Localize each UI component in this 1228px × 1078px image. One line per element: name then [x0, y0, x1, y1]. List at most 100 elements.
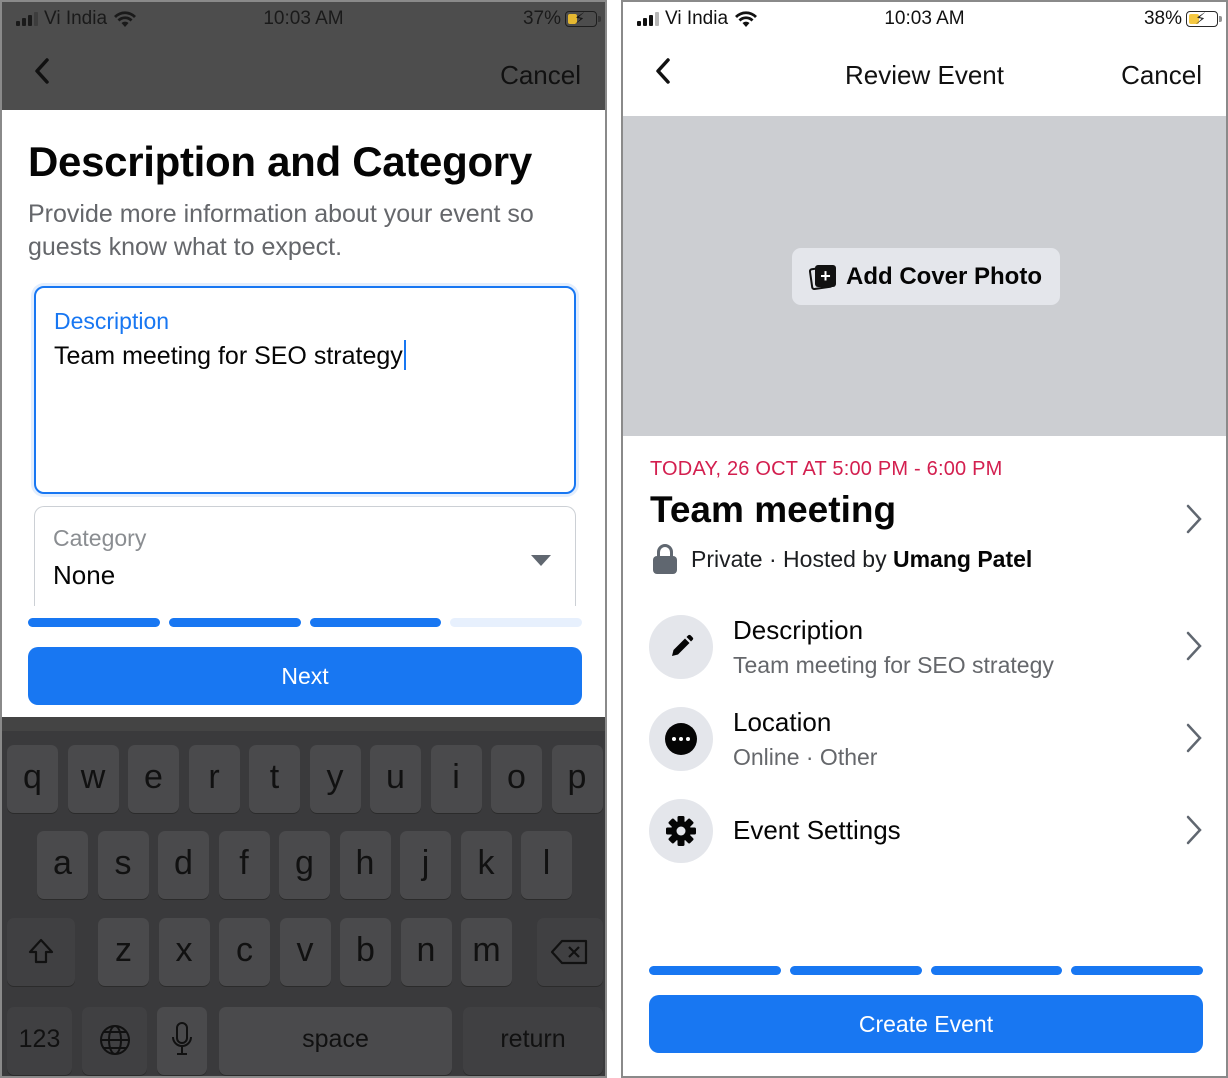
add-photo-icon: +: [808, 264, 836, 290]
key-e[interactable]: e: [128, 745, 179, 813]
description-row[interactable]: Description Team meeting for SEO strateg…: [623, 615, 1226, 695]
key-d[interactable]: d: [158, 831, 209, 899]
text-cursor: [403, 340, 406, 370]
page-title: Description and Category: [28, 138, 532, 185]
microphone-key[interactable]: [157, 1007, 207, 1075]
key-h[interactable]: h: [339, 831, 391, 899]
event-title: Team meeting: [650, 489, 897, 530]
backspace-icon: [550, 939, 588, 965]
key-f[interactable]: f: [218, 831, 270, 899]
globe-key[interactable]: [82, 1007, 147, 1075]
description-input[interactable]: Team meeting for SEO strategy: [54, 340, 406, 371]
battery-icon: ⚡: [1186, 11, 1222, 28]
status-bar: Vi India 10:03 AM 37% ⚡: [2, 2, 605, 38]
dropdown-arrow-icon: [531, 555, 551, 566]
key-c[interactable]: c: [219, 918, 270, 986]
event-privacy-host: Private · Hosted by Umang Patel: [653, 544, 1032, 574]
host-name: Umang Patel: [893, 545, 1033, 572]
description-row-subtitle: Team meeting for SEO strategy: [733, 652, 1054, 678]
delete-key[interactable]: [537, 918, 603, 986]
separator-dot: ·: [768, 545, 784, 572]
key-v[interactable]: v: [279, 918, 331, 986]
key-i[interactable]: i: [430, 745, 482, 813]
description-value: Team meeting for SEO strategy: [54, 342, 403, 370]
category-select[interactable]: Category None: [34, 506, 576, 606]
event-settings-chevron: [1186, 815, 1202, 845]
status-bar: Vi India 10:03 AM 38% ⚡: [623, 2, 1226, 38]
description-field[interactable]: Description Team meeting for SEO strateg…: [34, 286, 576, 494]
next-button[interactable]: Next: [28, 647, 582, 705]
key-z[interactable]: z: [98, 918, 149, 986]
key-l[interactable]: l: [521, 831, 572, 899]
location-row[interactable]: Location Online · Other: [623, 707, 1226, 787]
chevron-right-icon: [1186, 723, 1202, 753]
shift-icon: [28, 938, 54, 964]
progress-step-complete: [309, 618, 442, 627]
location-icon-circle: [649, 707, 713, 771]
key-s[interactable]: s: [97, 831, 149, 899]
shift-key[interactable]: [7, 918, 75, 986]
pencil-icon: [672, 634, 694, 656]
description-label: Description: [54, 308, 170, 334]
cancel-button[interactable]: Cancel: [1121, 60, 1202, 91]
event-date-time: TODAY, 26 OCT AT 5:00 PM - 6:00 PM: [650, 458, 1003, 480]
form-sheet: Description and Category Provide more in…: [2, 110, 605, 717]
description-row-title: Description: [733, 615, 864, 645]
progress-step-complete: [930, 966, 1063, 975]
key-p[interactable]: p: [551, 745, 603, 813]
create-event-button[interactable]: Create Event: [649, 995, 1203, 1053]
key-r[interactable]: r: [188, 745, 240, 813]
key-o[interactable]: o: [491, 745, 542, 813]
microphone-icon: [172, 1022, 192, 1055]
chevron-right-icon: [1186, 504, 1202, 534]
edit-event-chevron[interactable]: [1186, 504, 1202, 534]
step-progress: [28, 618, 582, 627]
add-cover-photo-label: Add Cover Photo: [846, 262, 1042, 290]
step-progress: [649, 966, 1203, 975]
gear-icon: [666, 816, 696, 846]
key-n[interactable]: n: [400, 918, 452, 986]
location-row-title: Location: [733, 707, 832, 737]
cancel-button[interactable]: Cancel: [500, 60, 581, 91]
back-button[interactable]: [32, 56, 62, 92]
key-a[interactable]: a: [37, 831, 88, 899]
key-t[interactable]: t: [249, 745, 300, 813]
event-settings-row[interactable]: Event Settings: [623, 799, 1226, 879]
numbers-key[interactable]: 123: [7, 1007, 72, 1075]
description-chevron: [1186, 631, 1202, 661]
globe-icon: [99, 1025, 130, 1055]
key-q[interactable]: q: [7, 745, 58, 813]
progress-step-complete: [168, 618, 301, 627]
key-k[interactable]: k: [460, 831, 512, 899]
chevron-right-icon: [1186, 631, 1202, 661]
key-y[interactable]: y: [309, 745, 361, 813]
key-w[interactable]: w: [67, 745, 119, 813]
add-cover-photo-button[interactable]: + Add Cover Photo: [792, 248, 1060, 305]
progress-step-complete: [789, 966, 922, 975]
event-settings-row-title: Event Settings: [733, 815, 901, 845]
location-row-subtitle: Online · Other: [733, 744, 878, 770]
key-m[interactable]: m: [461, 918, 512, 986]
progress-step-pending: [450, 618, 582, 627]
key-j[interactable]: j: [400, 831, 451, 899]
key-g[interactable]: g: [279, 831, 330, 899]
clock: 10:03 AM: [263, 8, 344, 29]
progress-step-complete: [649, 966, 781, 975]
battery-icon: ⚡: [565, 11, 601, 28]
nav-bar: Cancel: [2, 38, 605, 110]
battery-percent: 37%: [522, 8, 561, 29]
return-key[interactable]: return: [463, 1007, 603, 1075]
settings-icon-circle: [649, 799, 713, 863]
category-label: Category: [53, 525, 147, 551]
clock: 10:03 AM: [884, 8, 965, 29]
progress-step-complete: [28, 618, 160, 627]
key-u[interactable]: u: [370, 745, 421, 813]
lock-icon: [653, 544, 677, 574]
key-x[interactable]: x: [158, 918, 210, 986]
category-value: None: [53, 560, 116, 590]
hosted-by-label: Hosted by: [783, 545, 887, 572]
description-category-screen: Vi India 10:03 AM 37% ⚡ Cancel Descripti…: [0, 0, 607, 1078]
key-b[interactable]: b: [340, 918, 391, 986]
keyboard: qwertyuiop asdfghjkl zxcvbnm 123 space r…: [2, 717, 605, 1076]
space-key[interactable]: space: [219, 1007, 452, 1075]
